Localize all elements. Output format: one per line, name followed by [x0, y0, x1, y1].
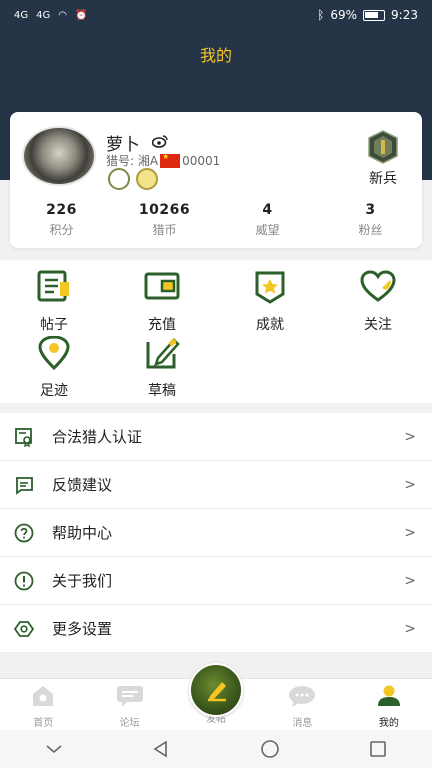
status-bar: 4G 4G ◠ ⏰ ᛒ 69% 9:23 — [0, 0, 432, 30]
tab-compose[interactable]: 发帖 — [173, 663, 259, 730]
menu-item-help-center[interactable]: 帮助中心 > — [0, 509, 432, 557]
stats-row: 226 积分 10266 猎币 4 威望 3 粉丝 — [10, 202, 422, 238]
heart-icon — [360, 270, 396, 302]
feature-drafts[interactable]: 草稿 — [108, 336, 216, 400]
stat-points[interactable]: 226 积分 — [10, 202, 113, 238]
menu-item-hunter-certification[interactable]: 合法猎人认证 > — [0, 413, 432, 461]
feature-footprints[interactable]: 足迹 — [0, 335, 108, 400]
home-icon — [33, 686, 54, 706]
feature-label: 草稿 — [148, 383, 176, 399]
info-icon — [14, 571, 34, 590]
bottom-tab-bar: 首页 论坛 发帖 消息 我的 — [0, 663, 432, 730]
profile-icon — [377, 685, 400, 706]
collapse-icon[interactable] — [45, 743, 63, 755]
settings-icon — [14, 620, 34, 637]
wallet-icon — [144, 272, 180, 300]
stat-prestige[interactable]: 4 威望 — [216, 202, 319, 238]
chevron-right-icon: > — [404, 524, 416, 541]
settings-menu: 合法猎人认证 > 反馈建议 > 帮助中心 > 关于我们 > 更多设置 > — [0, 413, 432, 653]
rank-label: 新兵 — [369, 171, 397, 187]
help-icon — [14, 523, 34, 542]
china-flag-icon — [160, 152, 181, 168]
chevron-right-icon: > — [404, 572, 416, 589]
stat-label: 粉丝 — [358, 223, 383, 237]
stat-value: 226 — [46, 202, 77, 218]
stat-coins[interactable]: 10266 猎币 — [113, 202, 216, 238]
alarm-icon: ⏰ — [74, 9, 88, 21]
forum-icon — [116, 686, 143, 707]
wifi-icon: ◠ — [58, 9, 67, 21]
feature-label: 帖子 — [40, 317, 68, 333]
post-icon — [37, 270, 69, 302]
hunter-number-suffix: 00001 — [182, 153, 221, 168]
tab-label: 消息 — [292, 718, 313, 729]
menu-label: 合法猎人认证 — [52, 428, 143, 446]
menu-item-feedback[interactable]: 反馈建议 > — [0, 461, 432, 509]
avatar[interactable] — [22, 126, 96, 186]
system-nav-bar — [0, 730, 432, 768]
feature-achievements[interactable]: 成就 — [216, 270, 324, 334]
home-nav-icon[interactable] — [260, 739, 280, 759]
chevron-right-icon: > — [404, 428, 416, 445]
chevron-right-icon: > — [404, 476, 416, 493]
menu-label: 反馈建议 — [52, 476, 113, 494]
star-badge-icon — [255, 271, 285, 304]
certificate-icon — [15, 427, 32, 447]
stat-label: 猎币 — [152, 223, 177, 237]
feature-label: 足迹 — [40, 383, 68, 399]
weibo-icon[interactable] — [152, 134, 168, 148]
page-title: 我的 — [199, 46, 232, 65]
medal-icon-2 — [136, 168, 158, 190]
medal-icon — [108, 168, 130, 190]
profile-card[interactable]: 萝卜 猎号: 湘A 00001 新兵 226 积分 10266 猎币 4 威望 … — [10, 112, 422, 248]
edit-icon — [146, 338, 180, 369]
rank-shield-icon — [368, 130, 398, 164]
stat-value: 10266 — [138, 202, 191, 218]
stat-label: 威望 — [255, 223, 280, 237]
menu-item-about-us[interactable]: 关于我们 > — [0, 557, 432, 605]
signal-icon: 4G — [14, 9, 29, 21]
stat-value: 4 — [262, 202, 273, 218]
tab-label: 论坛 — [119, 718, 140, 729]
message-icon — [289, 686, 316, 707]
feature-label: 充值 — [148, 317, 176, 333]
recent-apps-icon[interactable] — [369, 740, 387, 758]
battery-icon — [363, 9, 386, 21]
tab-label: 我的 — [378, 718, 399, 729]
feature-posts[interactable]: 帖子 — [0, 270, 108, 334]
feature-grid: 帖子 充值 成就 关注 足迹 草稿 — [0, 260, 432, 403]
clock: 9:23 — [391, 8, 418, 22]
hunter-number: 猎号: 湘A 00001 — [106, 152, 220, 169]
feature-follow[interactable]: 关注 — [324, 270, 432, 334]
compose-button[interactable] — [189, 663, 244, 717]
tab-label: 首页 — [33, 718, 54, 729]
feature-label: 成就 — [256, 317, 284, 333]
compose-icon — [208, 682, 227, 702]
tab-forum[interactable]: 论坛 — [86, 679, 172, 730]
stat-value: 3 — [365, 202, 376, 218]
menu-label: 帮助中心 — [52, 524, 113, 542]
menu-label: 更多设置 — [52, 620, 113, 638]
feature-label: 关注 — [364, 317, 392, 333]
tab-profile[interactable]: 我的 — [346, 679, 432, 730]
hunter-number-prefix: 猎号: 湘A — [106, 154, 159, 168]
bluetooth-icon: ᛒ — [317, 8, 325, 22]
signal-icon-2: 4G — [36, 9, 51, 21]
feature-recharge[interactable]: 充值 — [108, 270, 216, 334]
battery-percent: 69% — [330, 8, 358, 22]
chevron-right-icon: > — [404, 620, 416, 637]
stat-fans[interactable]: 3 粉丝 — [319, 202, 422, 238]
menu-label: 关于我们 — [52, 572, 113, 590]
back-icon[interactable] — [152, 740, 170, 758]
location-icon — [38, 335, 70, 371]
menu-item-more-settings[interactable]: 更多设置 > — [0, 605, 432, 653]
feedback-icon — [16, 476, 33, 495]
tab-home[interactable]: 首页 — [0, 679, 86, 730]
tab-messages[interactable]: 消息 — [259, 679, 345, 730]
stat-label: 积分 — [49, 223, 74, 237]
